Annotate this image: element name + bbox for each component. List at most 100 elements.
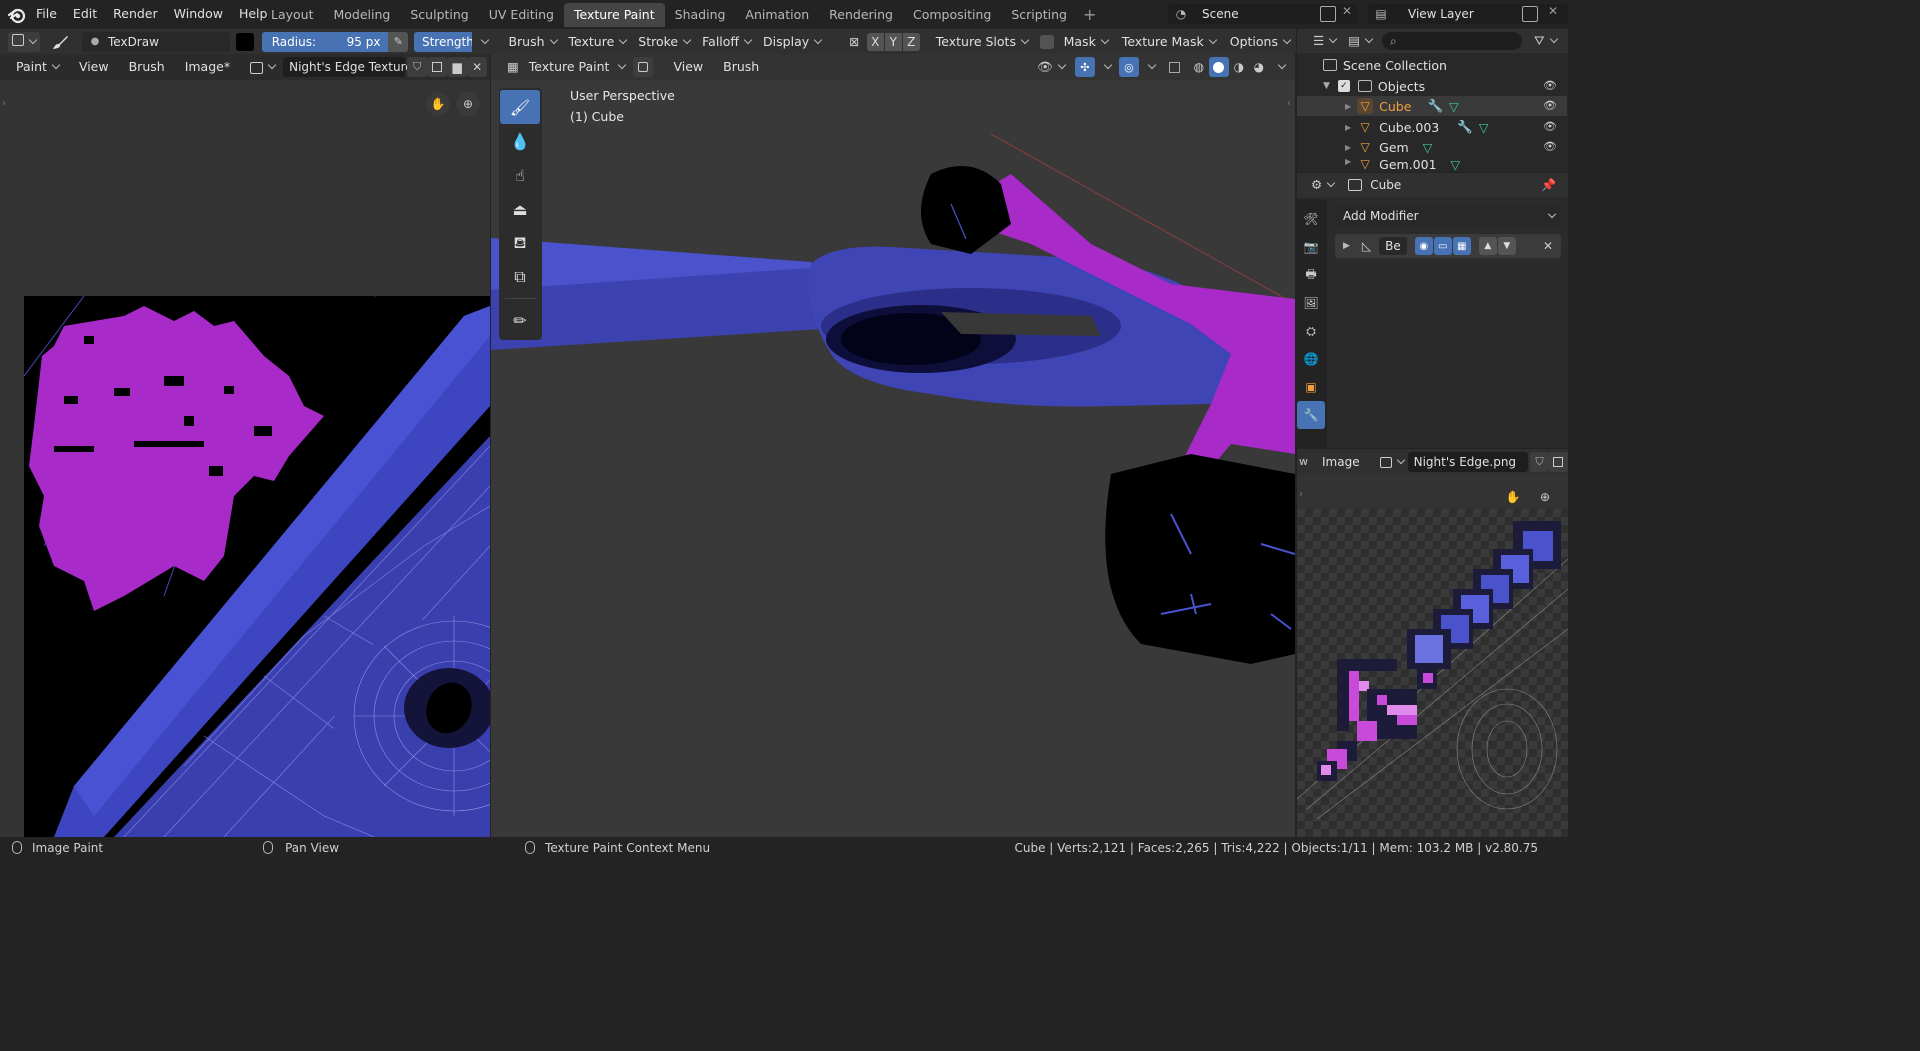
render-display-icon[interactable]: ▦ — [1452, 237, 1471, 255]
brush-tool-icon[interactable] — [50, 32, 70, 52]
truncated-menu-icon[interactable]: w — [1299, 455, 1308, 468]
new-scene-icon[interactable] — [1320, 6, 1336, 22]
outliner-scene-collection[interactable]: Scene Collection — [1297, 55, 1567, 75]
world-tab-icon[interactable]: 🌐 — [1297, 345, 1325, 373]
draw-tool-icon[interactable]: 🖌 — [500, 90, 540, 124]
visibility-eye-icon[interactable]: 👁 — [1543, 80, 1557, 91]
viewport-display-icon[interactable]: ▭ — [1433, 237, 1452, 255]
tab-scripting[interactable]: Scripting — [1001, 3, 1077, 27]
image-brush-menu[interactable]: Brush — [123, 57, 171, 77]
tab-modeling[interactable]: Modeling — [324, 3, 401, 27]
object-tab-icon[interactable]: ▣ — [1297, 373, 1325, 401]
mesh-data-icon[interactable]: ▽ — [1423, 140, 1433, 155]
modifier-tab-icon[interactable]: 🔧 — [1297, 401, 1325, 429]
exclude-checkbox[interactable]: ✓ — [1337, 80, 1350, 92]
pixel-texture-canvas[interactable] — [1297, 509, 1568, 837]
filter-icon[interactable]: ⛛ — [1530, 31, 1561, 51]
tab-shading[interactable]: Shading — [665, 3, 736, 27]
render-tab-icon[interactable]: 📷 — [1297, 233, 1325, 261]
options-menu[interactable]: Options — [1224, 32, 1296, 52]
expand-arrow-icon[interactable]: ▶ — [1345, 157, 1351, 166]
remove-modifier-icon[interactable]: ✕ — [1543, 239, 1553, 253]
texture-menu[interactable]: Texture — [563, 32, 633, 52]
fill-tool-icon[interactable]: ⛾ — [500, 226, 540, 260]
3d-viewport[interactable]: ▦ Texture Paint View Brush 👁 ✣ ◎ ◍ ◑ ◕ 🖌… — [491, 54, 1295, 837]
brush-color-swatch[interactable] — [236, 32, 254, 51]
pan-hand-icon[interactable]: ✋ — [1501, 485, 1525, 509]
pan-hand-icon[interactable]: ✋ — [426, 92, 450, 116]
tab-animation[interactable]: Animation — [735, 3, 819, 27]
image-editor-mode-dropdown[interactable]: Paint — [8, 57, 63, 77]
texture-slots-menu[interactable]: Texture Slots — [930, 32, 1034, 52]
image-menu[interactable]: Image* — [179, 57, 236, 77]
menu-window[interactable]: Window — [166, 0, 231, 29]
image-preview-name-field[interactable]: Night's Edge.png — [1407, 451, 1528, 472]
outliner-search-input[interactable]: ⌕ — [1382, 32, 1523, 50]
mask-checkbox[interactable] — [1039, 34, 1054, 49]
toolbar-expand-arrow-icon[interactable]: › — [1299, 489, 1303, 500]
zoom-icon[interactable]: ⊕ — [1533, 485, 1557, 509]
outliner-editor-type-dropdown[interactable]: ☰ — [1309, 31, 1340, 51]
mirror-x-toggle[interactable]: X — [866, 32, 884, 51]
image-name-field[interactable]: Night's Edge Texture — [283, 57, 413, 77]
new-image-icon[interactable] — [1548, 451, 1568, 472]
expand-arrow-icon[interactable]: ▶ — [1345, 123, 1351, 132]
mesh-data-icon[interactable]: ▽ — [1479, 120, 1489, 135]
tab-sculpting[interactable]: Sculpting — [400, 3, 478, 27]
tab-layout[interactable]: Layout — [261, 3, 324, 27]
image-browse-dropdown[interactable] — [246, 57, 279, 77]
visibility-eye-icon[interactable]: 👁 — [1543, 100, 1557, 111]
mesh-data-icon[interactable]: ▽ — [1451, 157, 1461, 172]
outliner-item-gem001[interactable]: ▶ ▽ Gem.001 ▽ — [1297, 157, 1567, 172]
strength-slider[interactable]: Strength: — [413, 31, 473, 52]
display-menu[interactable]: Display — [757, 32, 827, 52]
outliner-item-gem[interactable]: ▶ ▽ Gem ▽ 👁 — [1297, 137, 1567, 157]
fake-user-shield-icon[interactable]: ⛉ — [1529, 451, 1549, 472]
texture-mask-menu[interactable]: Texture Mask — [1116, 32, 1222, 52]
tab-compositing[interactable]: Compositing — [903, 3, 1001, 27]
image-preview-browse-dropdown[interactable] — [1376, 452, 1408, 472]
unlink-image-icon[interactable]: ✕ — [467, 57, 488, 77]
smear-tool-icon[interactable]: ☝ — [500, 158, 540, 192]
add-modifier-dropdown[interactable]: Add Modifier — [1335, 205, 1561, 226]
mask-tool-icon[interactable]: ⧉ — [500, 260, 540, 294]
clone-tool-icon[interactable]: ⏏ — [500, 192, 540, 226]
mirror-z-toggle[interactable]: Z — [902, 32, 920, 51]
menu-edit[interactable]: Edit — [65, 0, 105, 29]
blender-logo-icon[interactable] — [7, 6, 26, 24]
brush-selector[interactable]: ● TexDraw — [82, 31, 231, 52]
texture-canvas[interactable] — [24, 296, 490, 837]
tab-uv-editing[interactable]: UV Editing — [479, 3, 564, 27]
menu-render[interactable]: Render — [105, 0, 166, 29]
move-down-icon[interactable]: ▼ — [1497, 237, 1516, 255]
visibility-eye-icon[interactable]: 👁 — [1543, 121, 1557, 132]
tab-rendering[interactable]: Rendering — [819, 3, 903, 27]
move-up-icon[interactable]: ▲ — [1478, 237, 1497, 255]
outliner-item-cube003[interactable]: ▶ ▽ Cube.003 🔧 ▽ 👁 — [1297, 117, 1567, 137]
outliner-objects-collection[interactable]: ▼ ✓ Objects 👁 — [1297, 76, 1567, 96]
editmode-display-icon[interactable]: ◉ — [1414, 237, 1433, 255]
scene-selector[interactable]: ◔ Scene ✕ — [1168, 4, 1358, 24]
expand-arrow-icon[interactable]: ▼ — [1323, 81, 1330, 91]
delete-scene-icon[interactable]: ✕ — [1342, 4, 1352, 18]
falloff-menu[interactable]: Falloff — [696, 32, 757, 52]
brush-menu[interactable]: Brush — [502, 32, 562, 52]
tool-tab-icon[interactable]: 🛠 — [1297, 205, 1325, 233]
sidebar-expand-arrow-icon[interactable]: ‹ — [1287, 98, 1291, 109]
new-image-icon[interactable] — [427, 57, 448, 77]
properties-editor-type-dropdown[interactable]: ⚙ — [1307, 175, 1338, 195]
mesh-data-icon[interactable]: ▽ — [1449, 99, 1459, 114]
annotate-tool-icon[interactable]: ✏ — [500, 303, 540, 337]
modifier-wrench-icon[interactable]: 🔧 — [1457, 119, 1473, 135]
scene-tab-icon[interactable]: ⛭ — [1297, 317, 1325, 345]
modifier-name-field[interactable]: Be — [1379, 237, 1407, 255]
view-layer-tab-icon[interactable]: 🖼 — [1297, 289, 1325, 317]
expand-arrow-icon[interactable]: ▶ — [1345, 102, 1351, 111]
output-tab-icon[interactable]: 🖶 — [1297, 261, 1325, 289]
delete-view-layer-icon[interactable]: ✕ — [1548, 4, 1558, 18]
expand-arrow-icon[interactable]: ▶ — [1345, 143, 1351, 152]
visibility-eye-icon[interactable]: 👁 — [1543, 141, 1557, 152]
radius-pressure-icon[interactable]: ✎ — [388, 31, 408, 52]
editor-type-dropdown[interactable] — [8, 31, 40, 52]
mirror-y-toggle[interactable]: Y — [884, 32, 902, 51]
